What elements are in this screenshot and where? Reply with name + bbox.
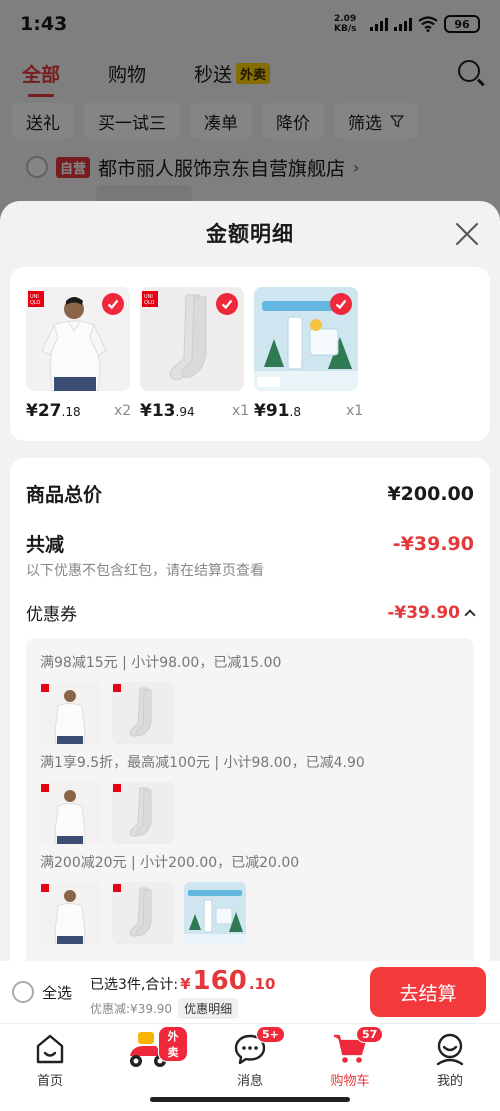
product-strip: UNI QLO ¥27.18 x2 UNI QLO ¥13.94 x1 ¥91.… bbox=[10, 267, 490, 441]
nav-cart[interactable]: 57 购物车 bbox=[310, 1026, 390, 1089]
nav-delivery[interactable]: 外卖 bbox=[108, 1026, 188, 1074]
price-decimal: .94 bbox=[175, 405, 195, 419]
price-integer: ¥27 bbox=[26, 401, 62, 421]
price-integer: ¥13 bbox=[140, 401, 176, 421]
goods-total-label: 商品总价 bbox=[26, 484, 103, 506]
socks-thumb bbox=[112, 782, 174, 844]
coupon-product-thumbs bbox=[40, 682, 174, 744]
nav-home[interactable]: 首页 bbox=[10, 1032, 90, 1089]
total-reduction-row: 共减 -¥39.90 bbox=[26, 530, 474, 557]
close-icon[interactable] bbox=[454, 221, 480, 247]
product-item[interactable]: UNI QLO ¥27.18 x2 bbox=[26, 287, 132, 421]
product-quantity: x1 bbox=[232, 403, 250, 419]
product-quantity: x1 bbox=[346, 403, 364, 419]
product-image: UNI QLO bbox=[26, 287, 130, 391]
nav-profile[interactable]: 我的 bbox=[410, 1032, 490, 1089]
selected-count-text: 已选3件,合计: bbox=[90, 976, 179, 993]
socks-thumb bbox=[112, 882, 174, 944]
product-image: UNI QLO bbox=[140, 287, 244, 391]
checkout-bar: 全选 已选3件,合计: ¥160.10 优惠减:¥39.90 优惠明细 去结算 bbox=[0, 961, 500, 1023]
coupon-amount: -¥39.90 bbox=[387, 602, 460, 623]
select-all-toggle[interactable]: 全选 bbox=[12, 981, 72, 1003]
product-price: ¥13.94 bbox=[140, 401, 195, 421]
nav-messages-badge: 5+ bbox=[256, 1026, 285, 1043]
coupon-rule-text: 满200减20元 | 小计200.00，已减20.00 bbox=[40, 855, 300, 871]
discount-detail-button[interactable]: 优惠明细 bbox=[178, 997, 239, 1019]
nav-profile-label: 我的 bbox=[436, 1074, 463, 1089]
price-detail-sheet: 金额明细 UNI QLO ¥27.18 x2 UNI QLO ¥13.94 x1… bbox=[0, 201, 500, 961]
coupon-row[interactable]: 优惠券 -¥39.90 bbox=[26, 600, 476, 625]
price-integer: ¥91 bbox=[254, 401, 290, 421]
tshirt-thumb bbox=[40, 782, 102, 844]
total-reduction-label: 共减 bbox=[26, 534, 65, 556]
price-decimal: .8 bbox=[289, 405, 301, 419]
order-summary: 已选3件,合计: ¥160.10 优惠减:¥39.90 优惠明细 bbox=[90, 966, 275, 1019]
product-item[interactable]: ¥91.8 x1 bbox=[254, 287, 363, 421]
product-quantity: x2 bbox=[114, 403, 132, 419]
total-amount: 160 bbox=[192, 965, 247, 996]
selected-check-icon bbox=[102, 293, 124, 315]
discount-text: 优惠减:¥39.90 bbox=[90, 1001, 173, 1016]
goods-total-value: ¥200.00 bbox=[387, 482, 474, 505]
nav-messages[interactable]: 5+ 消息 bbox=[210, 1026, 290, 1089]
svg-text:QLO: QLO bbox=[30, 300, 41, 306]
home-icon bbox=[32, 1032, 68, 1066]
tshirt-thumb bbox=[40, 682, 102, 744]
sheet-title: 金额明细 bbox=[206, 222, 294, 246]
nav-cart-label: 购物车 bbox=[330, 1074, 370, 1089]
nav-delivery-badge: 外卖 bbox=[158, 1026, 188, 1062]
sheet-header: 金额明细 bbox=[0, 201, 500, 265]
home-indicator bbox=[150, 1097, 350, 1102]
product-item[interactable]: UNI QLO ¥13.94 x1 bbox=[140, 287, 249, 421]
nav-home-label: 首页 bbox=[36, 1074, 63, 1089]
selected-check-icon bbox=[330, 293, 352, 315]
socks-thumb bbox=[112, 682, 174, 744]
product-image bbox=[254, 287, 358, 391]
price-decimal: .18 bbox=[61, 405, 81, 419]
select-all-label: 全选 bbox=[42, 983, 73, 1002]
nav-messages-label: 消息 bbox=[236, 1074, 263, 1089]
sunscreen-thumb bbox=[184, 882, 246, 944]
total-decimal: .10 bbox=[248, 974, 276, 993]
select-all-radio[interactable] bbox=[12, 981, 34, 1003]
coupon-label: 优惠券 bbox=[26, 605, 77, 625]
chevron-up-icon bbox=[464, 608, 476, 621]
coupon-rule-text: 满1享9.5折，最高减100元 | 小计98.00，已减4.90 bbox=[40, 755, 365, 771]
total-reduction-value: -¥39.90 bbox=[392, 532, 474, 555]
product-price: ¥91.8 bbox=[254, 401, 301, 421]
total-currency: ¥ bbox=[180, 974, 191, 993]
product-price: ¥27.18 bbox=[26, 401, 81, 421]
coupon-detail-list: 满98减15元 | 小计98.00，已减15.00 满1享9.5折，最高减100… bbox=[26, 638, 474, 961]
nav-cart-badge: 57 bbox=[356, 1026, 384, 1043]
coupon-product-thumbs bbox=[40, 782, 174, 844]
checkout-button[interactable]: 去结算 bbox=[370, 967, 486, 1017]
profile-icon bbox=[432, 1032, 468, 1066]
coupon-product-thumbs bbox=[40, 882, 246, 944]
selected-check-icon bbox=[216, 293, 238, 315]
goods-total-row: 商品总价 ¥200.00 bbox=[26, 480, 474, 507]
price-breakdown-card: 商品总价 ¥200.00 共减 -¥39.90 以下优惠不包含红包，请在结算页查… bbox=[10, 458, 490, 961]
tshirt-thumb bbox=[40, 882, 102, 944]
coupon-value: -¥39.90 bbox=[387, 602, 476, 623]
reduction-note: 以下优惠不包含红包，请在结算页查看 bbox=[26, 563, 264, 579]
coupon-rule-text: 满98减15元 | 小计98.00，已减15.00 bbox=[40, 655, 282, 671]
svg-text:QLO: QLO bbox=[144, 300, 155, 306]
